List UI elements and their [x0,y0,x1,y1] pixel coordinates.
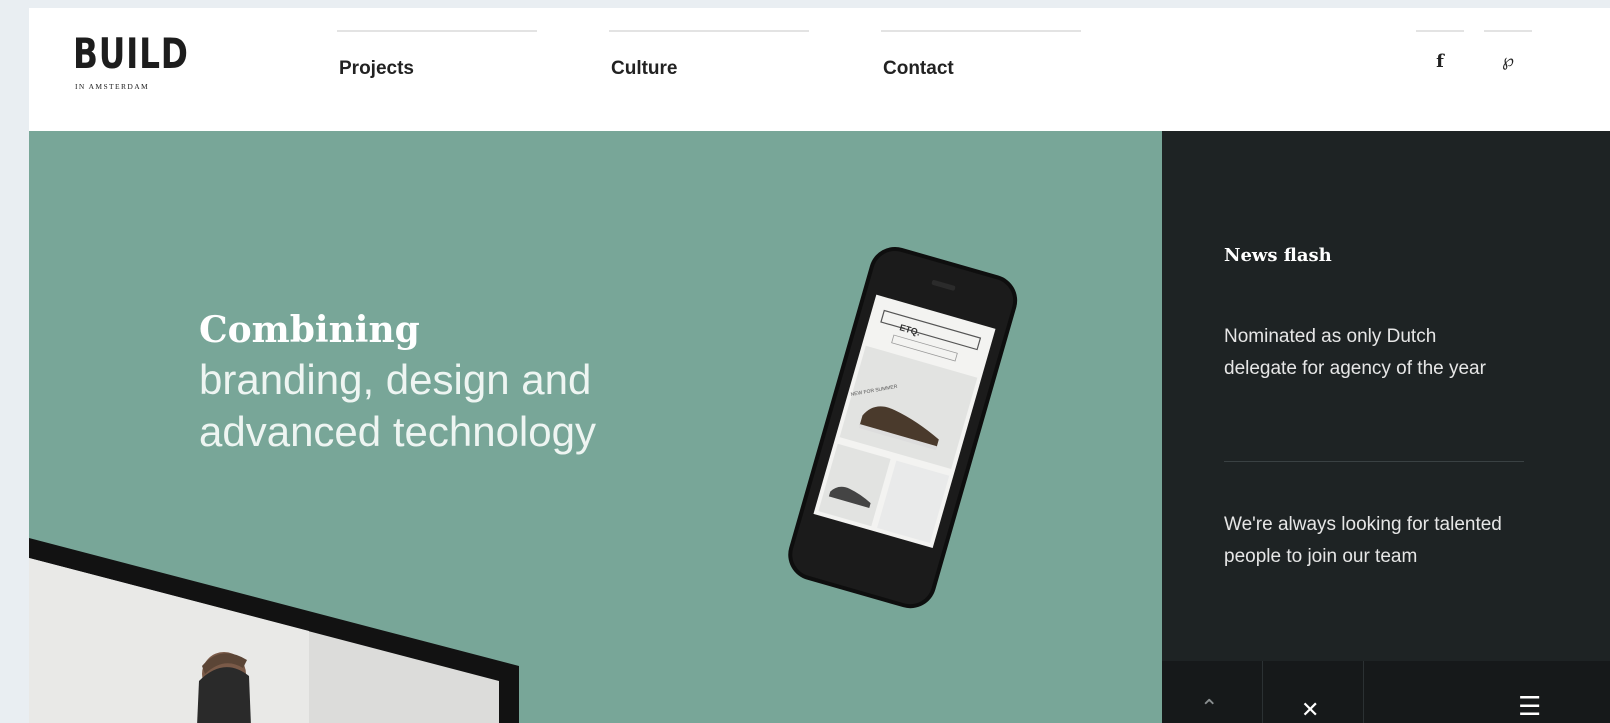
logo-tagline: IN AMSTERDAM [75,82,150,91]
close-button[interactable]: ✕ [1263,661,1364,723]
facebook-icon: f [1436,51,1444,72]
nav-label: Culture [611,58,678,79]
news-flash-title: News flash [1224,245,1332,266]
nav-label: Projects [339,58,414,79]
scroll-up-button[interactable]: ⌃ [1162,661,1263,723]
logo[interactable]: BUILD IN AMSTERDAM [73,32,193,102]
phone-mockup: ETQ. NEW FOR SUMMER [788,246,1018,609]
headline-line-1: branding, design and [199,356,592,403]
pinterest-link[interactable]: ℘ [1484,21,1532,81]
nav-rule [337,30,537,32]
news-sidebar: News flash Nominated as only Dutch deleg… [1162,131,1610,723]
news-divider [1224,461,1524,462]
news-item[interactable]: Nominated as only Dutch delegate for age… [1224,321,1514,385]
monitor-mockup [29,538,519,723]
logo-wordmark: BUILD [73,29,189,78]
nav-rule [609,30,809,32]
site-header: BUILD IN AMSTERDAM Projects Culture Cont… [29,8,1610,131]
news-item[interactable]: We're always looking for talented people… [1224,509,1514,573]
nav-rule [881,30,1081,32]
social-rule [1416,30,1464,32]
nav-item-projects[interactable]: Projects [337,21,547,81]
social-rule [1484,30,1532,32]
menu-icon: ☰ [1518,691,1542,721]
sidebar-bottom-bar: ⌃ ✕ ☰ [1162,661,1610,723]
headline-bold: Combining [199,309,420,351]
close-icon: ✕ [1301,697,1320,722]
nav-item-culture[interactable]: Culture [609,21,819,81]
website: BUILD IN AMSTERDAM Projects Culture Cont… [29,8,1610,723]
facebook-link[interactable]: f [1416,21,1464,81]
nav-label: Contact [883,58,954,79]
nav-item-contact[interactable]: Contact [881,21,1091,81]
hero-headline: Combining branding, design and advanced … [199,306,596,458]
chevron-up-icon: ⌃ [1200,695,1219,720]
headline-line-2: advanced technology [199,408,596,455]
hero-banner: Combining branding, design and advanced … [29,131,1162,723]
menu-button[interactable]: ☰ [1482,661,1609,723]
pinterest-icon: ℘ [1502,51,1514,71]
